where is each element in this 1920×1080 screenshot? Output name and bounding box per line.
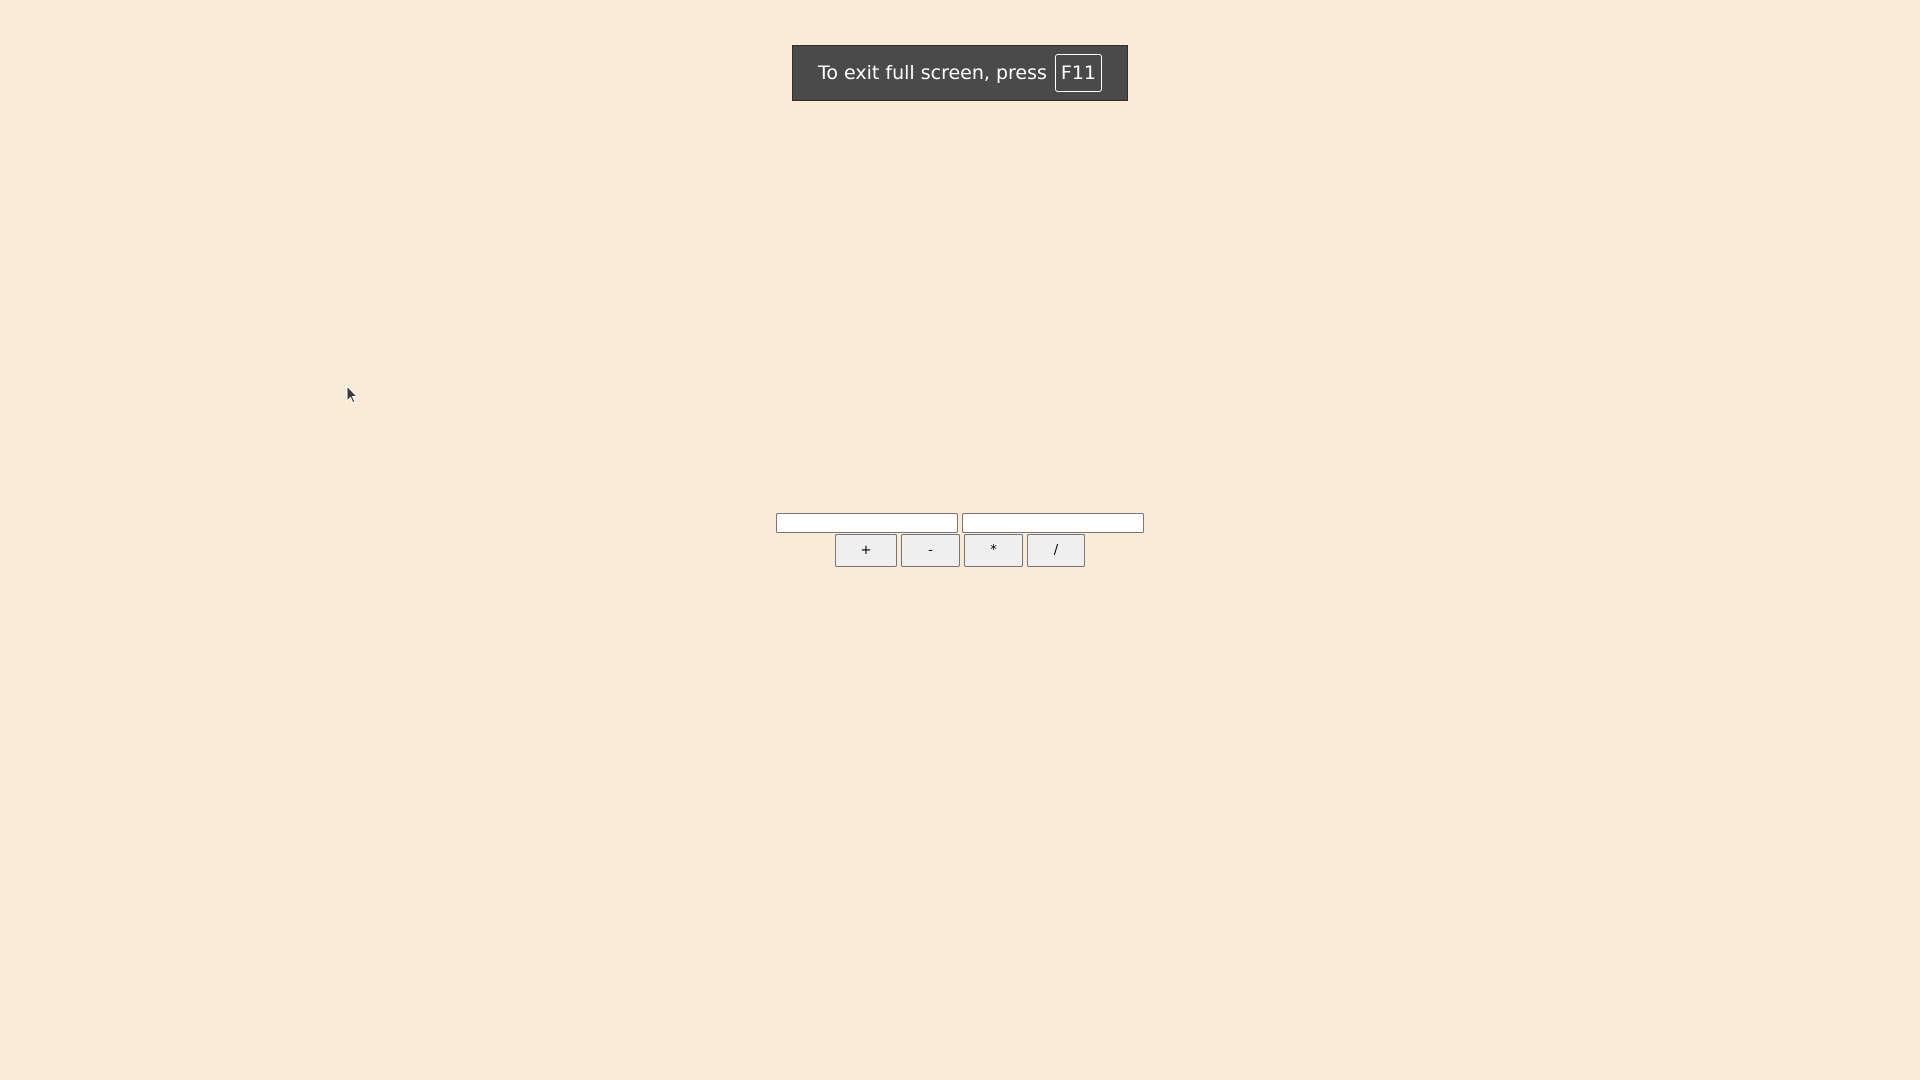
f11-key-badge: F11 [1054,54,1103,92]
divide-button[interactable]: / [1027,534,1085,567]
fullscreen-exit-notice: To exit full screen, press F11 [792,45,1128,101]
add-button[interactable]: + [835,534,897,567]
operand2-input[interactable] [962,513,1144,533]
subtract-button[interactable]: - [901,534,960,567]
operand1-input[interactable] [776,513,958,533]
operator-buttons: + - * / [776,534,1144,567]
fullscreen-notice-text: To exit full screen, press [817,62,1047,84]
mouse-pointer-icon [346,385,358,404]
calculator-form: + - * / [776,513,1144,567]
operand-inputs [776,513,1144,533]
multiply-button[interactable]: * [964,534,1023,567]
